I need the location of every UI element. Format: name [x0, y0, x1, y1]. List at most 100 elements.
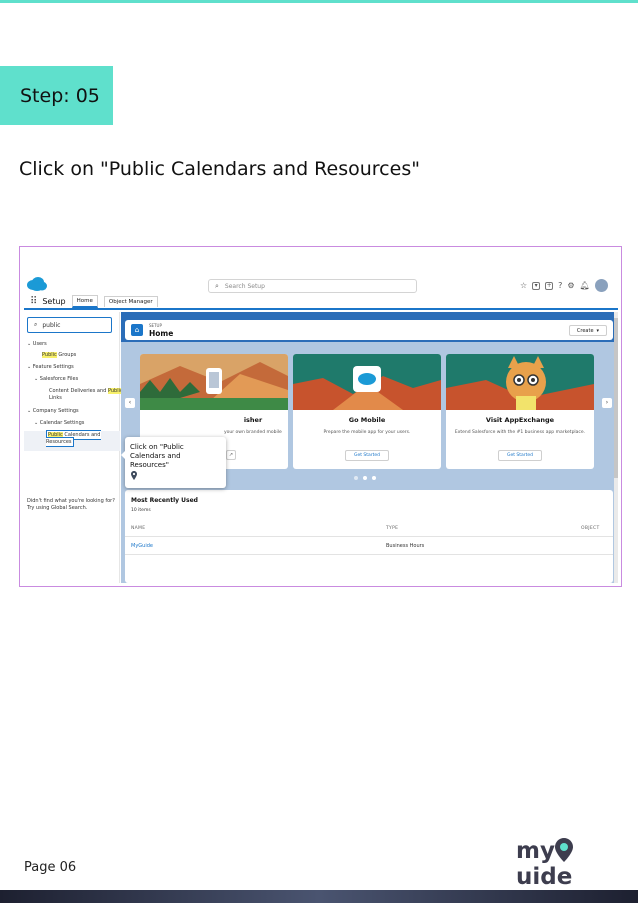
get-started-button[interactable]: Get Started	[345, 450, 389, 461]
tree-label: Resources	[46, 439, 72, 445]
app-title: Setup	[42, 297, 66, 306]
column-header-object[interactable]: OBJECT	[581, 526, 600, 531]
breadcrumb: SETUP	[149, 323, 162, 328]
table-row-name-link[interactable]: MyGuide	[131, 543, 153, 549]
logo-text-uide: uide	[516, 864, 573, 890]
scrollbar-thumb[interactable]	[614, 318, 618, 478]
home-icon: ⌂	[131, 324, 143, 336]
tree-label: Calendar Settings	[39, 420, 85, 426]
hint-line: Didn't find what you're looking for?	[27, 498, 115, 504]
tree-item-content-deliveries[interactable]: Content Deliveries and Public Links	[49, 388, 123, 402]
search-icon: ⌕	[215, 281, 219, 290]
chevron-down-icon: ▾	[596, 327, 600, 334]
card-title: Go Mobile	[348, 416, 386, 424]
step-label: Step: 05	[20, 84, 100, 107]
no-match-hint: Didn't find what you're looking for? Try…	[27, 498, 115, 512]
tree-item-public-calendars[interactable]: Public Calendars and Resources	[24, 430, 120, 451]
gear-icon[interactable]: ⚙	[567, 281, 574, 290]
page-number: Page 06	[24, 860, 77, 875]
divider	[125, 536, 613, 537]
carousel-dots	[354, 476, 376, 480]
tree-item-users[interactable]: ⌄ Users	[27, 341, 47, 347]
card-title: isher	[243, 416, 263, 424]
external-link-icon[interactable]: ↗	[226, 450, 236, 460]
page-scrollbar[interactable]	[614, 312, 618, 583]
myguide-logo: myuide	[516, 838, 616, 890]
highlight-match: Public	[42, 352, 57, 358]
setup-sidebar: ⌕ public ⌄ Users Public Groups ⌄ Feature…	[24, 312, 123, 583]
search-icon: ⌕	[34, 321, 38, 328]
tree-label: Links	[49, 395, 62, 401]
card-desc: your own branded mobile	[224, 430, 282, 435]
card-go-mobile: Go Mobile Prepare the mobile app for you…	[293, 354, 441, 469]
setup-nav-bar: ⠿ Setup Home Object Manager	[24, 295, 618, 310]
salesforce-screenshot: ⌕ Search Setup ☆ ▾ + ? ⚙ 🔔︎ ⠿ Setup Home…	[24, 270, 618, 583]
map-pin-icon	[131, 471, 137, 480]
tooltip-text: Click on "Public Calendars and Resources…	[130, 443, 184, 469]
public-calendars-target[interactable]: Public Calendars and Resources	[46, 430, 101, 447]
step-badge: Step: 05	[0, 66, 113, 125]
card-desc: Prepare the mobile app for your users.	[323, 430, 411, 435]
avatar[interactable]	[594, 279, 608, 292]
column-header-type[interactable]: TYPE	[386, 526, 398, 531]
setup-search-input[interactable]: ⌕ Search Setup	[208, 279, 417, 293]
create-button[interactable]: Create ▾	[569, 325, 607, 336]
tree-label: Users	[32, 341, 47, 347]
page-title: Home	[149, 329, 174, 338]
logo-pin-icon	[554, 838, 573, 862]
tree-item-public-groups[interactable]: Public Groups	[42, 352, 76, 358]
most-recently-used-panel: Most Recently Used 10 items NAME TYPE OB…	[125, 490, 613, 583]
sf-global-header: ⌕ Search Setup ☆ ▾ + ? ⚙ 🔔︎	[24, 270, 618, 298]
highlight-match: Public	[48, 432, 63, 438]
app-launcher-icon[interactable]: ⠿	[30, 296, 37, 307]
instruction-text: Click on "Public Calendars and Resources…	[19, 158, 420, 180]
divider	[125, 554, 613, 555]
header-utility-icons: ☆ ▾ + ? ⚙ 🔔︎	[520, 279, 608, 292]
bottom-bar	[0, 890, 638, 903]
tree-label: Company Settings	[32, 408, 79, 414]
tab-object-manager[interactable]: Object Manager	[103, 296, 158, 307]
page-header: ⌂ SETUP Home Create ▾	[125, 320, 613, 340]
create-label: Create	[576, 327, 594, 334]
card-desc: Extend Salesforce with the #1 business a…	[454, 430, 586, 435]
carousel-prev-button[interactable]: ‹	[125, 398, 135, 408]
column-header-name[interactable]: NAME	[131, 526, 145, 531]
table-row-type: Business Hours	[386, 543, 425, 549]
get-started-button[interactable]: Get Started	[498, 450, 542, 461]
salesforce-cloud-icon[interactable]	[26, 276, 48, 292]
carousel-dot[interactable]	[363, 476, 367, 480]
recent-title: Most Recently Used	[131, 497, 198, 504]
tree-item-salesforce-files[interactable]: ⌄ Salesforce Files	[34, 376, 78, 382]
guide-tooltip: Click on "Public Calendars and Resources…	[121, 437, 226, 488]
recent-count: 10 items	[131, 508, 151, 513]
tree-item-company-settings[interactable]: ⌄ Company Settings	[27, 408, 79, 414]
hint-line: Try using Global Search.	[27, 505, 88, 511]
carousel-dot[interactable]	[354, 476, 358, 480]
tree-label: Salesforce Files	[39, 376, 79, 382]
quick-find-input[interactable]: ⌕ public	[27, 317, 112, 333]
canyon-illustration	[293, 354, 441, 410]
top-rule	[0, 0, 638, 3]
card-title: Visit AppExchange	[485, 416, 555, 424]
tree-item-calendar-settings[interactable]: ⌄ Calendar Settings	[34, 420, 84, 426]
tab-home[interactable]: Home	[71, 295, 98, 308]
favorites-dropdown-icon[interactable]: ▾	[532, 281, 541, 290]
tree-label: Groups	[56, 352, 77, 358]
logo-text-my: my	[516, 838, 555, 864]
mountains-illustration	[140, 354, 288, 410]
favorites-star-icon[interactable]: ☆	[520, 281, 527, 290]
carousel-dot[interactable]	[372, 476, 376, 480]
guide-page: Step: 05 Click on "Public Calendars and …	[0, 0, 638, 903]
astro-mascot-illustration	[446, 354, 594, 410]
search-placeholder: Search Setup	[224, 282, 265, 290]
card-appexchange: Visit AppExchange Extend Salesforce with…	[446, 354, 594, 469]
help-icon[interactable]: ?	[558, 281, 562, 290]
global-actions-icon[interactable]: +	[545, 281, 554, 290]
screenshot-frame: ⌕ Search Setup ☆ ▾ + ? ⚙ 🔔︎ ⠿ Setup Home…	[19, 246, 622, 587]
quick-find-value: public	[42, 321, 61, 329]
tree-label: Feature Settings	[32, 364, 74, 370]
tree-item-feature-settings[interactable]: ⌄ Feature Settings	[27, 364, 74, 370]
carousel-next-button[interactable]: ›	[602, 398, 612, 408]
bell-icon[interactable]: 🔔︎	[580, 281, 590, 290]
tree-label: Calendars and	[62, 432, 101, 438]
